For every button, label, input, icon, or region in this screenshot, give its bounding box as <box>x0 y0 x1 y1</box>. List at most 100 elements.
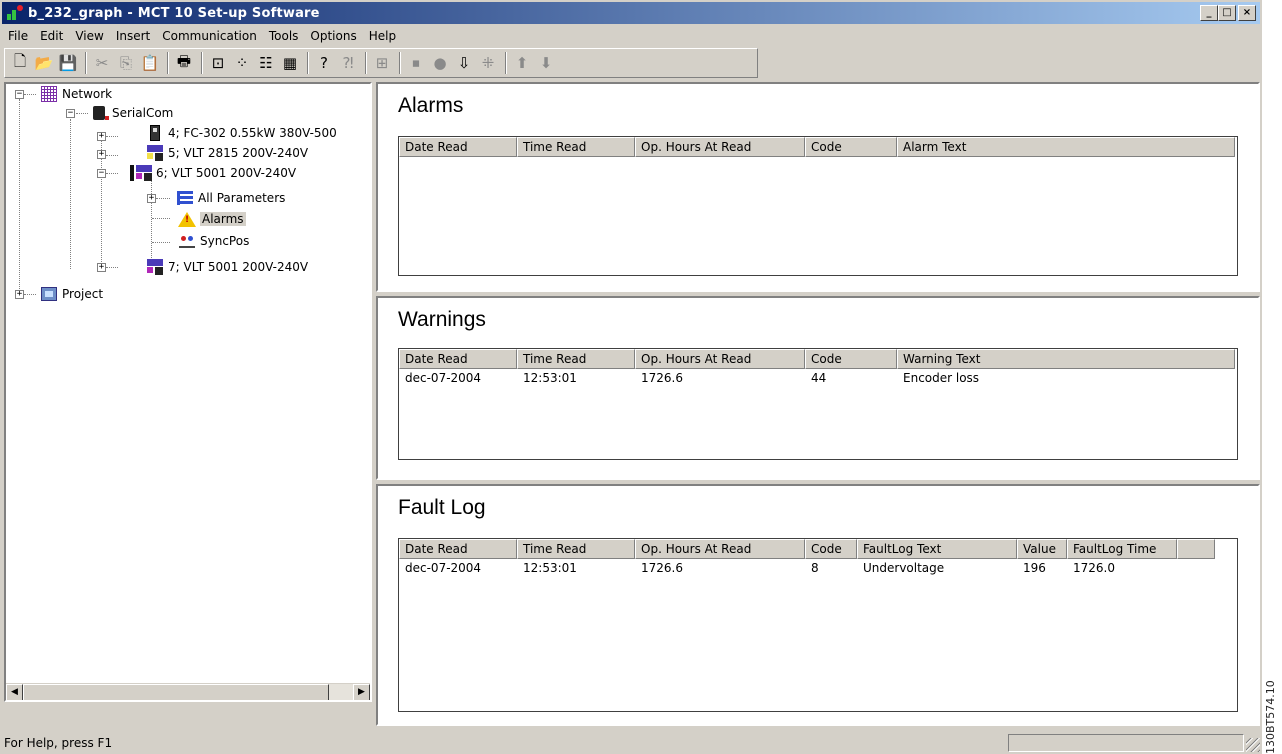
print-icon[interactable]: 🖶 <box>173 52 195 74</box>
tree-item-label: SerialCom <box>112 106 174 120</box>
column-header[interactable]: FaultLog Time <box>1067 539 1177 559</box>
tree-item-network[interactable]: Network <box>40 85 112 103</box>
tree-item-all-parameters[interactable]: All Parameters <box>176 189 285 207</box>
record-icon[interactable]: ● <box>429 52 451 74</box>
faultlog-list[interactable]: Date Read Time Read Op. Hours At Read Co… <box>398 538 1238 712</box>
menu-help[interactable]: Help <box>363 29 402 43</box>
status-pane <box>1008 734 1244 752</box>
collapse-drive6-expander[interactable]: − <box>97 169 106 178</box>
tree-item-alarms[interactable]: Alarms <box>178 210 246 228</box>
menu-options[interactable]: Options <box>304 29 362 43</box>
menu-communication[interactable]: Communication <box>156 29 263 43</box>
syncpos-icon <box>178 233 196 249</box>
tree-item-drive-6[interactable]: 6; VLT 5001 200V-240V <box>130 164 296 182</box>
large-icons-icon[interactable]: ⊡ <box>207 52 229 74</box>
expand-drive4-expander[interactable]: + <box>97 132 106 141</box>
small-icons-icon[interactable]: ⁘ <box>231 52 253 74</box>
copy-icon[interactable]: ⎘ <box>115 52 137 74</box>
download-icon[interactable]: ⇩ <box>453 52 475 74</box>
scroll-right-button[interactable]: ▶ <box>353 684 370 700</box>
tree-connector <box>70 119 71 269</box>
tree-item-label: 6; VLT 5001 200V-240V <box>156 166 297 180</box>
tree-item-label: Network <box>62 87 113 101</box>
cell-time-read: 12:53:01 <box>523 371 577 385</box>
alarms-list-header: Date Read Time Read Op. Hours At Read Co… <box>399 137 1237 157</box>
scroll-left-button[interactable]: ◀ <box>6 684 23 700</box>
tree-item-label: All Parameters <box>198 191 286 205</box>
column-header[interactable]: Date Read <box>399 137 517 157</box>
arrow-down-icon[interactable]: ⬇ <box>535 52 557 74</box>
tree-item-drive-4[interactable]: 4; FC-302 0.55kW 380V-500 <box>146 124 337 142</box>
app-logo-icon <box>6 5 24 21</box>
list-view-icon[interactable]: ☷ <box>255 52 277 74</box>
column-header[interactable]: Time Read <box>517 137 635 157</box>
column-header[interactable]: Code <box>805 349 897 369</box>
tree-item-drive-7[interactable]: 7; VLT 5001 200V-240V <box>146 258 308 276</box>
details-view-icon[interactable]: ▦ <box>279 52 301 74</box>
vlt-5000-drive-icon <box>146 259 164 275</box>
serial-port-icon <box>90 105 109 121</box>
menu-tools[interactable]: Tools <box>263 29 305 43</box>
tree-item-label: 7; VLT 5001 200V-240V <box>168 260 309 274</box>
new-file-icon[interactable]: 🗋 <box>9 52 31 74</box>
expand-project-expander[interactable]: + <box>15 290 24 299</box>
column-header[interactable]: Warning Text <box>897 349 1235 369</box>
open-folder-icon[interactable]: 📂 <box>33 52 55 74</box>
menu-file[interactable]: File <box>2 29 34 43</box>
arrow-up-icon[interactable]: ⬆ <box>511 52 533 74</box>
network-grid-icon <box>40 86 58 102</box>
tree-horizontal-scrollbar[interactable]: ◀ ▶ <box>6 683 370 700</box>
menu-edit[interactable]: Edit <box>34 29 69 43</box>
close-button[interactable]: × <box>1238 5 1256 21</box>
faultlog-title: Fault Log <box>398 496 486 519</box>
expand-all-parameters-expander[interactable]: + <box>147 194 156 203</box>
faultlog-panel: Fault Log Date Read Time Read Op. Hours … <box>376 484 1260 726</box>
context-help-icon[interactable]: ⁈ <box>337 52 359 74</box>
collapse-serialcom-expander[interactable]: − <box>66 109 75 118</box>
column-header[interactable]: Op. Hours At Read <box>635 137 805 157</box>
expand-drive7-expander[interactable]: + <box>97 263 106 272</box>
collapse-network-expander[interactable]: − <box>15 90 24 99</box>
tree-connector <box>156 198 170 199</box>
column-header[interactable]: Date Read <box>399 539 517 559</box>
column-header[interactable]: Time Read <box>517 539 635 559</box>
tree-item-drive-5[interactable]: 5; VLT 2815 200V-240V <box>146 144 308 162</box>
table-row[interactable]: dec-07-2004 12:53:01 1726.6 8 Undervolta… <box>399 559 1237 577</box>
column-header[interactable]: Op. Hours At Read <box>635 539 805 559</box>
column-header[interactable]: Date Read <box>399 349 517 369</box>
tree-item-project[interactable]: Project <box>40 285 103 303</box>
column-header[interactable]: Op. Hours At Read <box>635 349 805 369</box>
tree-connector <box>152 218 170 219</box>
cell-op-hours: 1726.6 <box>641 371 683 385</box>
save-icon[interactable]: 💾 <box>57 52 79 74</box>
maximize-button[interactable]: □ <box>1218 5 1236 21</box>
column-header[interactable]: FaultLog Text <box>857 539 1017 559</box>
figure-id-text: 130BT574.10 <box>1264 680 1277 754</box>
menu-insert[interactable]: Insert <box>110 29 156 43</box>
scroll-thumb[interactable] <box>23 684 329 700</box>
paste-icon[interactable]: 📋 <box>139 52 161 74</box>
title-bar[interactable]: b_232_graph - MCT 10 Set-up Software _ □… <box>2 2 1260 24</box>
column-header[interactable]: Time Read <box>517 349 635 369</box>
tree-item-syncpos[interactable]: SyncPos <box>178 232 249 250</box>
column-header[interactable]: Value <box>1017 539 1067 559</box>
network-tree[interactable]: − Network − SerialCom + 4; FC-302 0.55kW… <box>4 82 372 702</box>
minimize-button[interactable]: _ <box>1200 5 1218 21</box>
column-header[interactable]: Code <box>805 137 897 157</box>
column-header[interactable]: Alarm Text <box>897 137 1235 157</box>
table-row[interactable]: dec-07-2004 12:53:01 1726.6 44 Encoder l… <box>399 369 1237 387</box>
alarm-warning-icon <box>178 211 196 227</box>
warnings-list[interactable]: Date Read Time Read Op. Hours At Read Co… <box>398 348 1238 460</box>
toolbar-separator <box>167 52 169 74</box>
tree-item-serialcom[interactable]: SerialCom <box>90 104 173 122</box>
expand-drive5-expander[interactable]: + <box>97 150 106 159</box>
menu-view[interactable]: View <box>69 29 109 43</box>
resize-grip-icon[interactable] <box>1246 738 1260 752</box>
alarms-list[interactable]: Date Read Time Read Op. Hours At Read Co… <box>398 136 1238 276</box>
column-header[interactable]: Code <box>805 539 857 559</box>
network-scan-icon[interactable]: ⁜ <box>477 52 499 74</box>
help-icon[interactable]: ? <box>313 52 335 74</box>
stop-icon[interactable]: ⏹ <box>405 52 427 74</box>
cut-icon[interactable]: ✂ <box>91 52 113 74</box>
calculator-icon[interactable]: ⊞ <box>371 52 393 74</box>
